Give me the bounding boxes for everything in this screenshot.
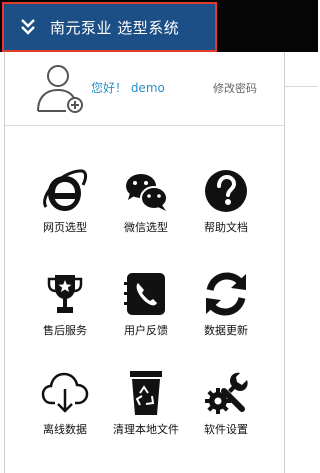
menu-item-software-settings[interactable]: 软件设置 (189, 369, 263, 453)
divider (285, 86, 318, 87)
recycle-bin-icon (130, 371, 162, 415)
menu-panel: 您好！ demo 修改密码 网页选型 微信选型 帮助文档 售后服务 用户反馈 数… (4, 52, 285, 473)
menu-item-label: 软件设置 (204, 423, 248, 436)
user-header: 您好！ demo 修改密码 (5, 52, 284, 125)
menu-item-label: 售后服务 (43, 324, 87, 337)
app-title: 南元泵业 选型系统 (50, 18, 180, 37)
menu-item-label: 帮助文档 (204, 221, 248, 234)
menu-item-label: 数据更新 (204, 324, 248, 337)
menu-item-offline-data[interactable]: 离线数据 (28, 369, 102, 453)
help-question-icon (205, 170, 247, 212)
menu-item-label: 用户反馈 (124, 324, 168, 337)
trophy-icon (47, 275, 83, 313)
double-chevron-down-icon (21, 19, 35, 35)
menu-item-user-feedback[interactable]: 用户反馈 (109, 270, 183, 354)
menu-item-label: 清理本地文件 (113, 423, 179, 436)
menu-item-data-update[interactable]: 数据更新 (189, 270, 263, 354)
phone-contact-icon (124, 273, 165, 315)
menu-item-help-docs[interactable]: 帮助文档 (189, 167, 263, 251)
menu-item-clear-local-files[interactable]: 清理本地文件 (109, 369, 183, 453)
refresh-icon (206, 272, 246, 316)
change-password-link[interactable]: 修改密码 (213, 80, 257, 96)
user-add-avatar-icon (37, 65, 83, 113)
menu-item-label: 网页选型 (43, 221, 87, 234)
menu-item-wechat-selection[interactable]: 微信选型 (109, 167, 183, 251)
cloud-download-icon (41, 372, 89, 413)
top-bar: 南元泵业 选型系统 (0, 0, 318, 52)
menu-item-after-sales[interactable]: 售后服务 (28, 270, 102, 354)
ie-browser-icon (43, 169, 88, 211)
user-greeting: 您好！ demo (91, 81, 165, 95)
wechat-icon (126, 174, 168, 211)
settings-tools-icon (205, 372, 248, 414)
app-title-button[interactable]: 南元泵业 选型系统 (2, 2, 217, 52)
menu-item-web-selection[interactable]: 网页选型 (28, 167, 102, 251)
divider (5, 125, 284, 126)
menu-item-label: 微信选型 (124, 221, 168, 234)
menu-item-label: 离线数据 (43, 423, 87, 436)
